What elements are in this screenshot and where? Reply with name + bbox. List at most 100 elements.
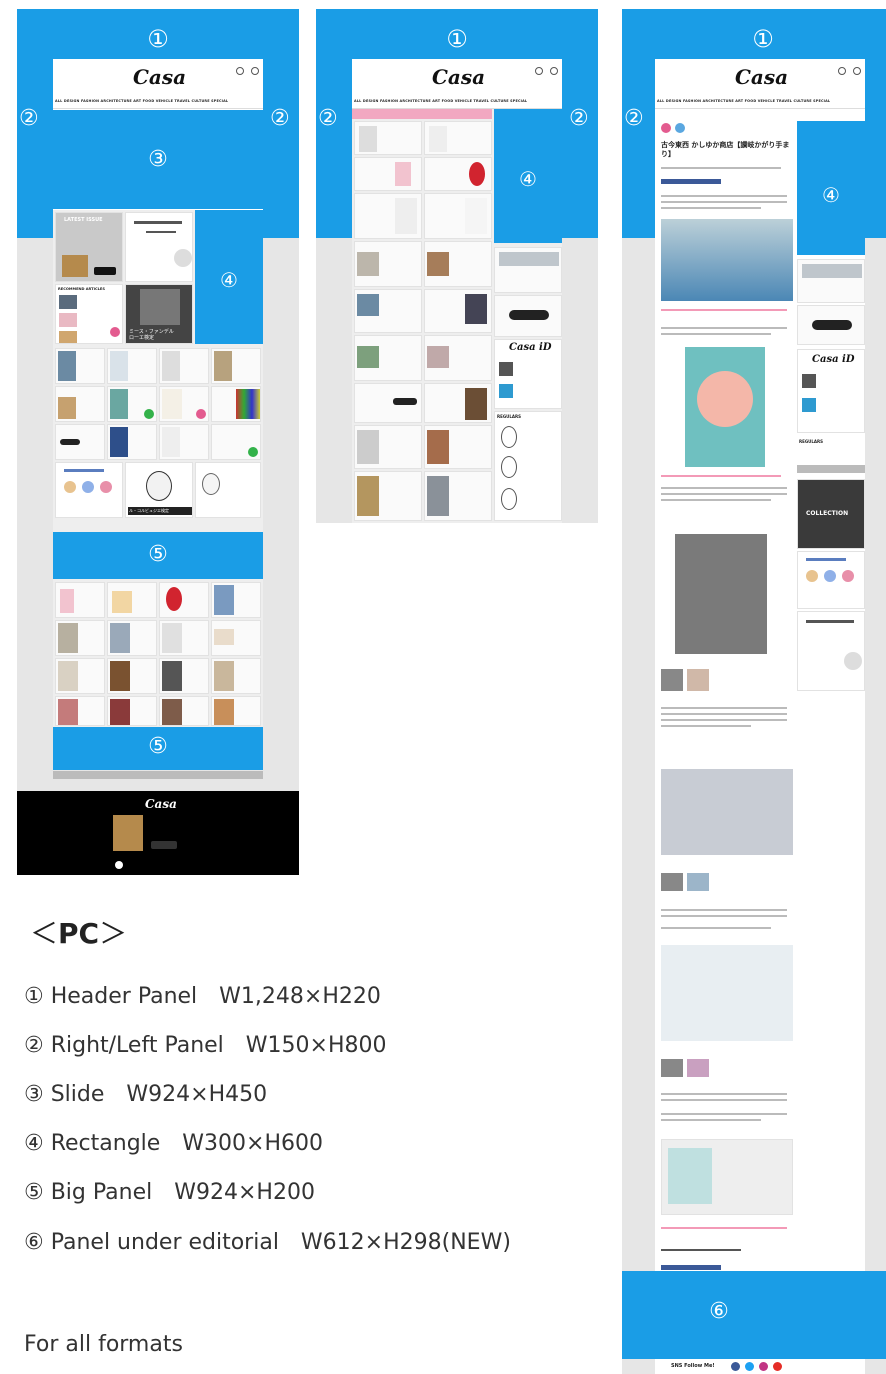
search-icon[interactable]	[550, 67, 558, 75]
footer-magazine	[113, 815, 143, 851]
article-tile[interactable]	[159, 386, 209, 422]
mockup-category-page: ① Casa ALL DESIGN FASHION ARCHITECTURE A…	[316, 9, 598, 523]
panel-label-1: ①	[446, 25, 468, 53]
article-tile[interactable]	[107, 348, 157, 384]
article-tile[interactable]	[354, 289, 422, 333]
product-ranking-card[interactable]	[55, 462, 123, 518]
gallery-photo[interactable]	[661, 945, 793, 1041]
article-tile[interactable]	[159, 424, 209, 460]
user-icon[interactable]	[535, 67, 543, 75]
article-tile[interactable]	[55, 424, 105, 460]
article-tile[interactable]	[211, 620, 261, 656]
legend-item-header-panel: ① Header Panel W1,248×H220	[24, 984, 381, 1009]
article-tile[interactable]	[424, 383, 492, 423]
article-tile[interactable]	[211, 696, 261, 726]
article-tile[interactable]	[159, 658, 209, 694]
article-tile[interactable]	[159, 582, 209, 618]
article-tile[interactable]	[424, 335, 492, 381]
share-buttons[interactable]	[661, 179, 721, 184]
sketch-card[interactable]	[195, 462, 261, 518]
category-nav[interactable]: ALL DESIGN FASHION ARCHITECTURE ART FOOD…	[55, 99, 228, 103]
product-ranking-card[interactable]	[797, 551, 865, 609]
share-buttons-bottom[interactable]	[661, 1265, 721, 1270]
article-tile[interactable]	[354, 241, 422, 287]
article-tile[interactable]	[424, 471, 492, 521]
article-tile[interactable]	[55, 348, 105, 384]
gallery-photo[interactable]	[675, 534, 767, 654]
article-tile[interactable]	[354, 335, 422, 381]
article-tile[interactable]	[354, 471, 422, 521]
article-tile[interactable]	[55, 620, 105, 656]
article-tile[interactable]	[424, 157, 492, 191]
article-tile[interactable]	[55, 582, 105, 618]
article-tile[interactable]	[211, 424, 261, 460]
mies-quiz-card[interactable]: ミース・ファンデル ローエ検定	[125, 284, 193, 344]
search-icon[interactable]	[853, 67, 861, 75]
twitter-icon[interactable]	[745, 1362, 754, 1371]
sidebar-feature[interactable]	[494, 247, 562, 293]
sidebar-feature[interactable]	[494, 295, 562, 337]
sns-label: SNS Follow Me!	[671, 1363, 715, 1369]
article-tile[interactable]	[424, 241, 492, 287]
site-logo[interactable]: Casa	[133, 65, 186, 89]
illustration-card[interactable]	[125, 212, 193, 282]
corbusier-quiz-card[interactable]: ル・コルビュジエ検定	[125, 462, 193, 518]
shop-info-card[interactable]	[661, 1139, 793, 1215]
collection-card[interactable]: COLLECTION	[797, 479, 865, 549]
user-icon[interactable]	[838, 67, 846, 75]
facebook-icon[interactable]	[731, 1362, 740, 1371]
article-tile[interactable]	[211, 582, 261, 618]
youtube-icon[interactable]	[773, 1362, 782, 1371]
article-title: 古今東西 かしゆか商店【讃岐かがり手まり】	[661, 141, 790, 158]
gallery-photo[interactable]	[661, 769, 793, 855]
more-button[interactable]	[797, 465, 865, 473]
site-logo[interactable]: Casa	[735, 65, 788, 89]
article-tile[interactable]	[159, 696, 209, 726]
regulars-card[interactable]: REGULARS	[494, 411, 562, 521]
recommend-card[interactable]: RECOMMEND ARTICLES	[55, 284, 123, 344]
more-button[interactable]	[53, 771, 263, 779]
article-tile[interactable]	[354, 193, 422, 239]
article-tile[interactable]	[107, 424, 157, 460]
article-tile[interactable]	[107, 620, 157, 656]
article-tile[interactable]	[354, 121, 422, 155]
article-tile[interactable]	[55, 386, 105, 422]
article-tile[interactable]	[424, 193, 492, 239]
legend-item-big-panel: ⑤ Big Panel W924×H200	[24, 1180, 315, 1205]
article-tile[interactable]	[424, 425, 492, 469]
site-logo[interactable]: Casa	[432, 65, 485, 89]
article-tile[interactable]	[107, 386, 157, 422]
category-nav[interactable]: ALL DESIGN FASHION ARCHITECTURE ART FOOD…	[354, 99, 527, 103]
category-badge[interactable]	[675, 123, 685, 133]
illustration-card[interactable]	[797, 611, 865, 691]
footer-play-icon[interactable]	[115, 861, 123, 869]
article-tile[interactable]	[159, 348, 209, 384]
article-tile[interactable]	[211, 348, 261, 384]
article-tile[interactable]	[55, 696, 105, 726]
app-store-badge[interactable]	[94, 267, 116, 275]
category-badge[interactable]	[661, 123, 671, 133]
article-tile[interactable]	[107, 658, 157, 694]
sidebar-feature[interactable]	[797, 305, 865, 345]
article-tile[interactable]	[107, 582, 157, 618]
article-tile[interactable]	[159, 620, 209, 656]
article-tile[interactable]	[107, 696, 157, 726]
article-tile[interactable]	[354, 157, 422, 191]
instagram-icon[interactable]	[759, 1362, 768, 1371]
article-tile[interactable]	[211, 386, 261, 422]
article-tile[interactable]	[211, 658, 261, 694]
footer-logo[interactable]: Casa	[145, 797, 177, 811]
casa-id-card[interactable]: Casa iD	[797, 349, 865, 433]
article-tile[interactable]	[354, 425, 422, 469]
article-tile[interactable]	[55, 658, 105, 694]
article-tile[interactable]	[424, 121, 492, 155]
footer-app-badge[interactable]	[151, 841, 177, 849]
article-tile[interactable]	[424, 289, 492, 333]
user-icon[interactable]	[236, 67, 244, 75]
search-icon[interactable]	[251, 67, 259, 75]
casa-id-card[interactable]: Casa iD	[494, 339, 562, 409]
article-tile[interactable]	[354, 383, 422, 423]
category-nav[interactable]: ALL DESIGN FASHION ARCHITECTURE ART FOOD…	[657, 99, 830, 103]
latest-issue-card[interactable]: LATEST ISSUE	[55, 212, 123, 282]
sidebar-feature[interactable]	[797, 259, 865, 303]
